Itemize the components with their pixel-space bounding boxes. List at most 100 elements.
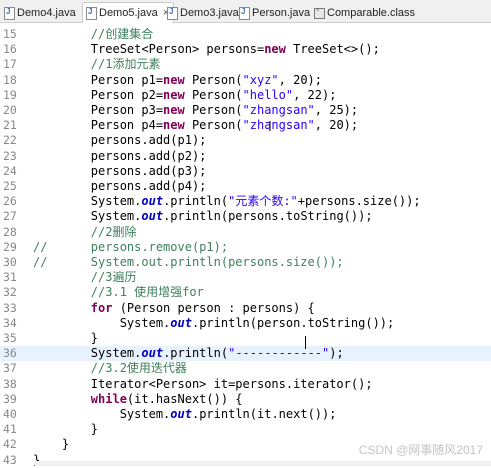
watermark: CSDN @网事随风2017 xyxy=(358,443,483,457)
code-line[interactable]: 37 //3.2使用迭代器 xyxy=(0,361,491,376)
code-text: //3遍历 xyxy=(33,270,137,285)
code-line[interactable]: 23 persons.add(p2); xyxy=(0,149,491,164)
code-token: new xyxy=(163,118,185,133)
code-line[interactable]: 19 Person p2=new Person("hello", 22); xyxy=(0,88,491,103)
code-token: Person( xyxy=(184,118,243,133)
code-line[interactable]: 41 } xyxy=(0,422,491,437)
line-number: 36 xyxy=(3,346,17,361)
code-text: Person p2=new Person("hello", 22); xyxy=(33,87,337,103)
code-text: Person p3=new Person("zhangsan", 25); xyxy=(33,103,358,118)
tab-demo3[interactable]: Demo3.java xyxy=(166,3,239,22)
code-token: (it.hasNext()) { xyxy=(126,391,243,406)
code-line[interactable]: 36 System.out.println("------------"); xyxy=(0,346,491,362)
code-token: persons.add(p2); xyxy=(33,148,207,163)
line-number: 34 xyxy=(3,315,17,330)
code-line[interactable]: 33 for (Person person : persons) { xyxy=(0,301,491,316)
code-token: (Person person : persons) { xyxy=(112,300,315,315)
horizontal-scrollbar[interactable] xyxy=(35,461,491,466)
code-text: // persons.remove(p1); xyxy=(33,240,228,255)
code-text: System.out.println(it.next()); xyxy=(33,407,337,422)
code-line[interactable]: 34 System.out.println(person.toString())… xyxy=(0,316,491,331)
code-token: .println( xyxy=(163,194,229,209)
code-token: Person p4= xyxy=(33,118,164,133)
code-line[interactable]: 38 Iterator<Person> it=persons.iterator(… xyxy=(0,377,491,392)
java-file-icon xyxy=(166,6,178,20)
code-token: //3.2使用迭代器 xyxy=(90,361,187,376)
code-line[interactable]: 24 persons.add(p3); xyxy=(0,164,491,179)
line-number: 31 xyxy=(3,270,17,285)
line-number: 41 xyxy=(3,422,17,437)
code-text: persons.add(p1); xyxy=(33,133,207,148)
code-text: } xyxy=(33,331,98,346)
class-file-icon xyxy=(313,5,325,19)
code-text: TreeSet<Person> persons=new TreeSet<>(); xyxy=(33,42,380,57)
code-line[interactable]: 16 TreeSet<Person> persons=new TreeSet<>… xyxy=(0,42,491,57)
line-number: 21 xyxy=(3,118,17,133)
code-token: System. xyxy=(33,315,171,330)
code-token: System. xyxy=(33,209,142,224)
tab-demo4[interactable]: Demo4.java xyxy=(3,3,76,22)
code-token: Person p1= xyxy=(33,72,164,87)
code-token: //1添加元素 xyxy=(90,57,161,72)
code-editor[interactable]: 15 //创建集合 16 TreeSet<Person> persons=new … xyxy=(0,23,491,467)
line-number: 16 xyxy=(3,42,17,57)
code-text: System.out.println(person.toString()); xyxy=(33,315,395,331)
code-line[interactable]: 26 System.out.println("元素个数:"+persons.si… xyxy=(0,194,491,209)
code-token: Person p3= xyxy=(33,103,164,117)
code-token: .println(persons.toString()); xyxy=(163,209,373,224)
code-line[interactable]: 17 //1添加元素 xyxy=(0,57,491,72)
code-token: } xyxy=(33,331,99,345)
line-number: 24 xyxy=(3,163,17,178)
code-line[interactable]: 28 //2删除 xyxy=(0,225,491,240)
code-line[interactable]: 32 //3.1 使用增强for xyxy=(0,285,491,300)
tab-comparable[interactable]: Comparable.class xyxy=(313,3,415,22)
code-line[interactable]: 25 persons.add(p4); xyxy=(0,179,491,194)
code-line[interactable]: 40 System.out.println(it.next()); xyxy=(0,407,491,422)
code-line[interactable]: 31 //3遍历 xyxy=(0,270,491,285)
code-line[interactable]: 20 Person p3=new Person("zhangsan", 25); xyxy=(0,103,491,118)
code-text: //3.2使用迭代器 xyxy=(33,361,187,376)
editor-tab-bar: Demo4.java Demo5.java × Demo3.java Perso… xyxy=(0,0,491,23)
line-number: 17 xyxy=(3,57,17,72)
code-token: new xyxy=(163,87,185,102)
line-number: 26 xyxy=(3,194,17,209)
line-number: 42 xyxy=(3,437,17,452)
i-beam-cursor-icon: I xyxy=(268,120,272,135)
tab-person[interactable]: Person.java xyxy=(238,3,310,22)
code-token: out xyxy=(170,407,192,421)
code-line[interactable]: 22 persons.add(p1); xyxy=(0,133,491,148)
code-token: "------------" xyxy=(228,346,330,361)
text-caret xyxy=(305,336,306,349)
line-number: 23 xyxy=(3,148,17,163)
java-file-icon xyxy=(3,6,15,20)
code-token: , 20); xyxy=(278,72,323,87)
code-line[interactable]: 27 System.out.println(persons.toString()… xyxy=(0,209,491,224)
java-file-icon xyxy=(238,6,250,20)
code-token: .println(it.next()); xyxy=(191,407,337,421)
code-line[interactable]: 30 // System.out.println(persons.size()); xyxy=(0,255,491,270)
tab-label: Demo4.java xyxy=(17,6,76,19)
line-number: 27 xyxy=(3,209,17,224)
code-line[interactable]: 15 //创建集合 xyxy=(0,27,491,42)
code-text: System.out.println(persons.toString()); xyxy=(33,209,373,224)
code-token: out xyxy=(170,315,192,330)
code-line[interactable]: 29 // persons.remove(p1); xyxy=(0,240,491,255)
code-token: //3.1 使用增强for xyxy=(90,285,204,300)
tab-label: Person.java xyxy=(252,6,311,19)
line-number: 30 xyxy=(3,255,17,269)
code-line[interactable]: 35 } xyxy=(0,331,491,346)
code-line[interactable]: 18 Person p1=new Person("xyz", 20); xyxy=(0,73,491,88)
code-line[interactable]: 21 Person p4=new Person("zhangsan", 20); xyxy=(0,118,491,133)
code-line[interactable]: 39 while(it.hasNext()) { xyxy=(0,392,491,407)
tab-demo5[interactable]: Demo5.java × xyxy=(82,2,175,23)
code-token: } xyxy=(33,422,99,437)
code-text: System.out.println("------------"); xyxy=(33,346,344,361)
code-token: for xyxy=(90,300,113,315)
code-token: , 22); xyxy=(293,87,337,102)
code-text: Person p4=new Person("zhangsan", 20); xyxy=(33,118,358,133)
